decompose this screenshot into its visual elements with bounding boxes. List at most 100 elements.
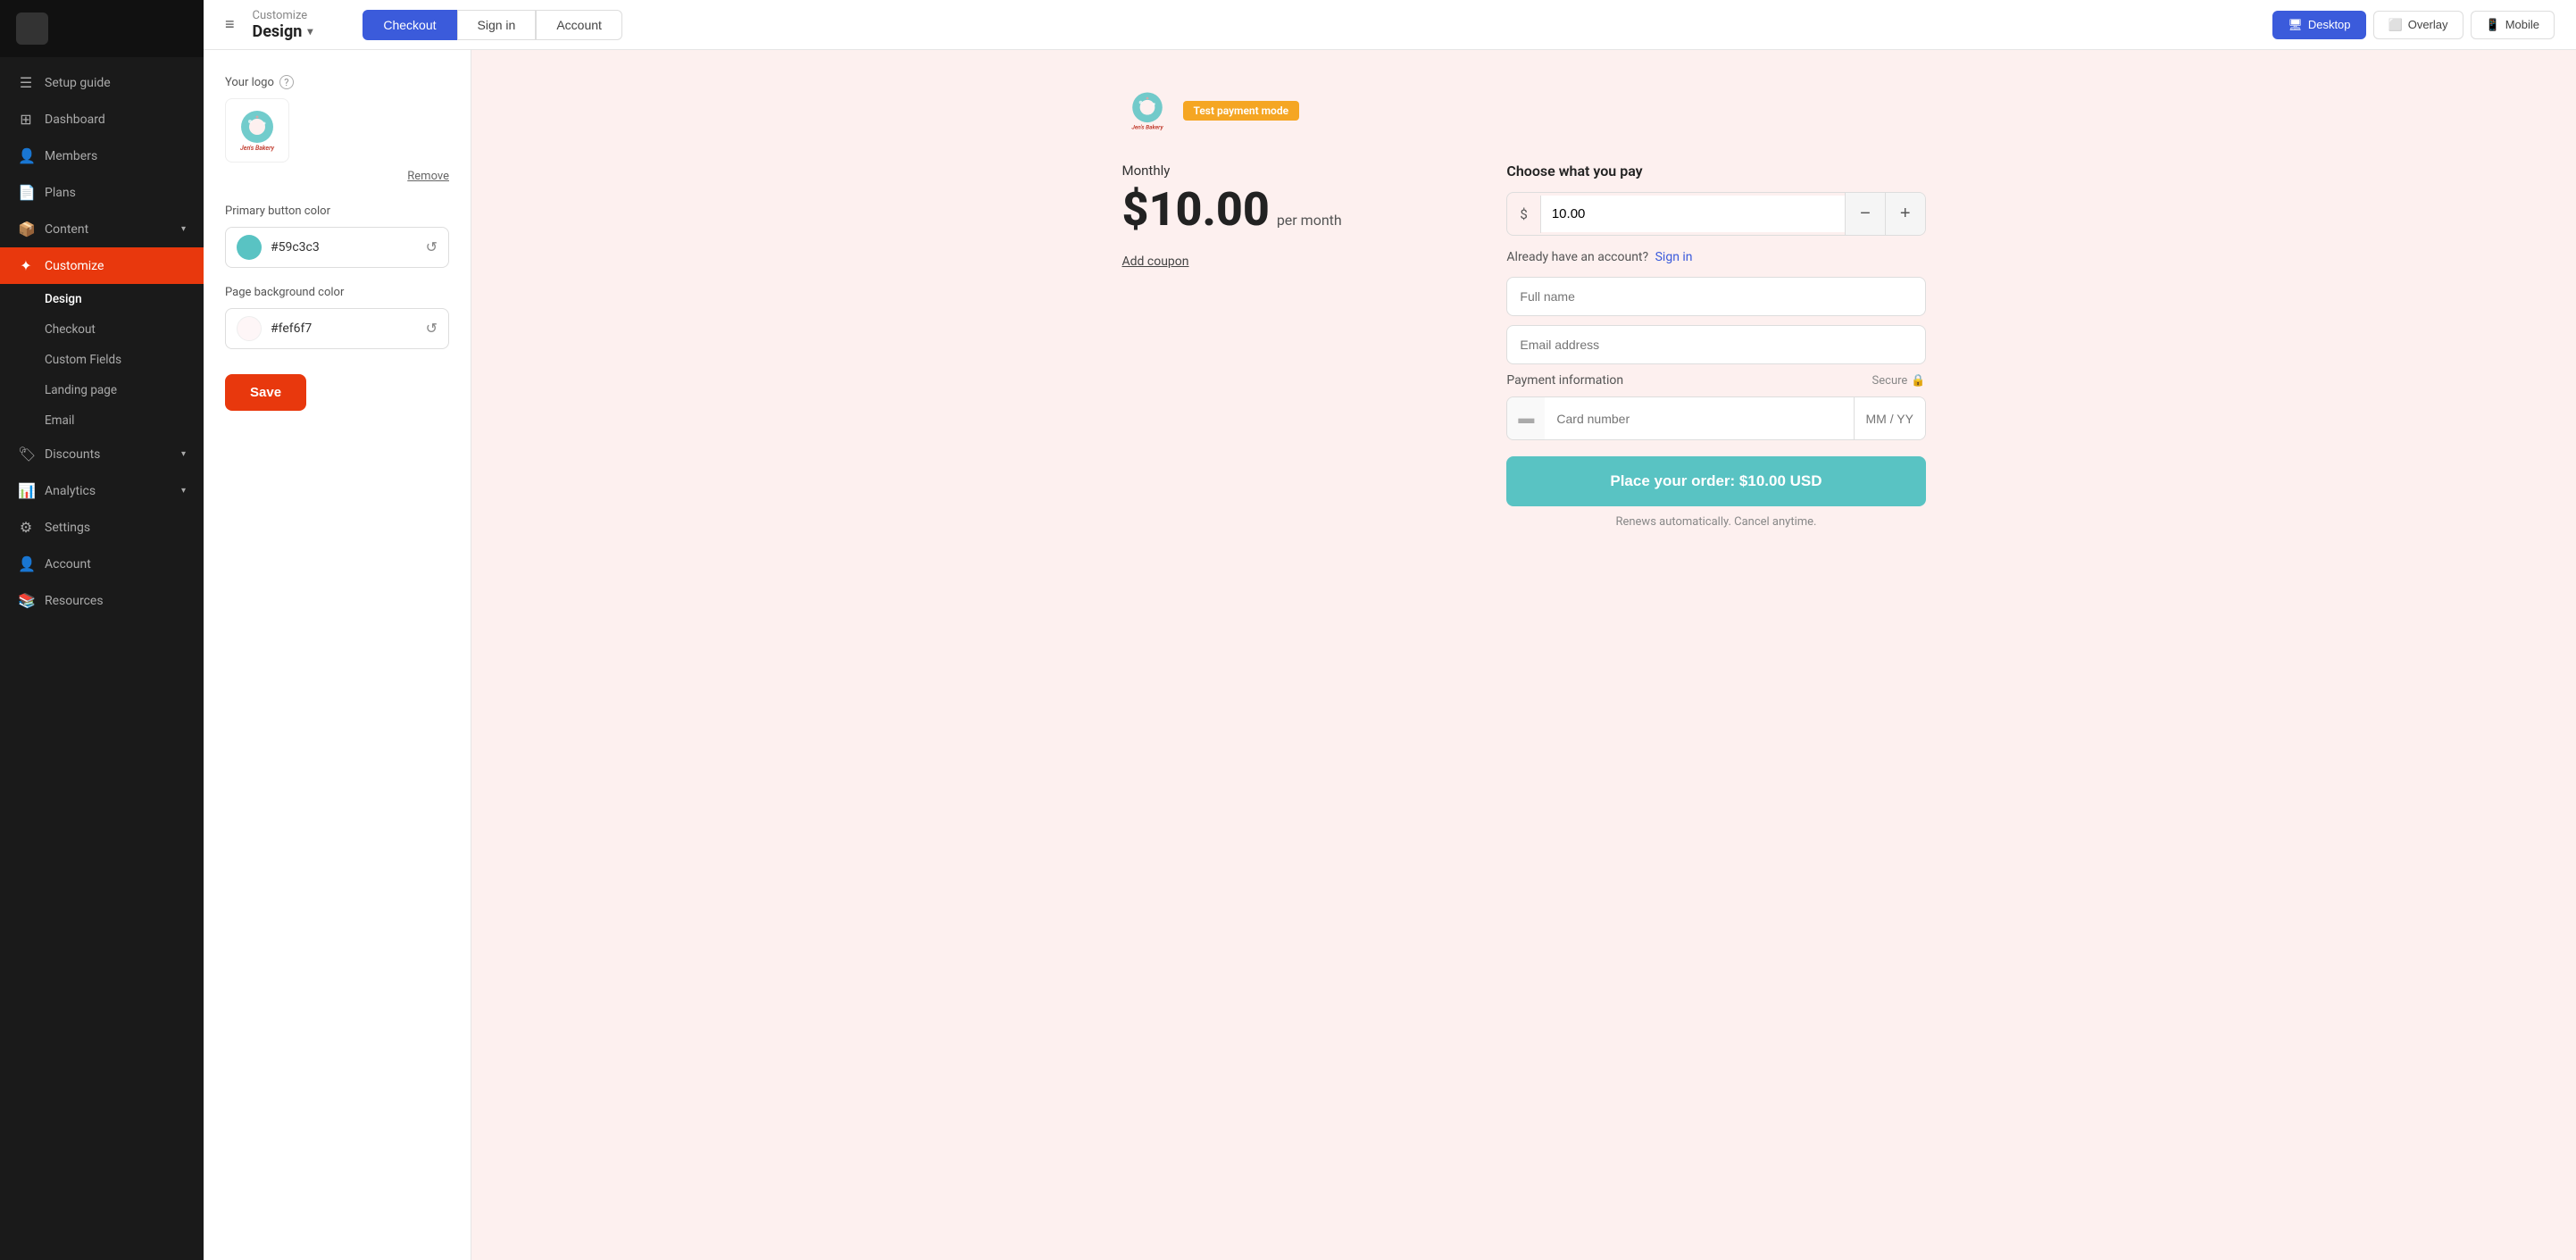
payment-section-header: Payment information Secure 🔒: [1506, 373, 1925, 388]
sidebar-subitem-landing-page[interactable]: Landing page: [0, 375, 204, 405]
sidebar-item-label: Members: [45, 149, 97, 163]
primary-color-reset-button[interactable]: ↺: [426, 238, 438, 256]
subitem-label: Custom Fields: [45, 353, 121, 367]
primary-color-label: Primary button color: [225, 204, 449, 218]
checkout-right-panel: Choose what you pay $ − + Already have a…: [1506, 163, 1925, 529]
sidebar-item-label: Setup guide: [45, 76, 111, 90]
lock-icon: 🔒: [1911, 374, 1925, 388]
settings-panel: Your logo ? Jen's Bakery: [204, 50, 471, 1260]
sidebar-item-settings[interactable]: ⚙ Settings: [0, 509, 204, 546]
amount-input[interactable]: [1541, 196, 1845, 232]
sidebar-item-plans[interactable]: 📄 Plans: [0, 174, 204, 211]
sidebar-item-label: Dashboard: [45, 113, 105, 127]
preview-logo-image: Jen's Bakery: [1122, 86, 1172, 136]
content-icon: 📦: [18, 221, 34, 238]
view-overlay-button[interactable]: ⬜ Overlay: [2373, 11, 2463, 39]
discounts-icon: 🏷: [18, 446, 34, 463]
card-icon: ▬: [1518, 409, 1534, 428]
sidebar-item-label: Discounts: [45, 447, 100, 462]
desktop-label: Desktop: [2308, 18, 2351, 31]
account-icon: 👤: [18, 555, 34, 572]
sidebar-item-discounts[interactable]: 🏷 Discounts ▾: [0, 436, 204, 472]
primary-color-swatch[interactable]: [237, 235, 262, 260]
sidebar-item-label: Account: [45, 557, 91, 572]
sidebar-item-resources[interactable]: 📚 Resources: [0, 582, 204, 619]
checkout-left-panel: Monthly $10.00 per month Add coupon: [1122, 163, 1471, 529]
chevron-down-icon: ▾: [307, 25, 313, 38]
amount-input-row: $ − +: [1506, 192, 1925, 236]
sidebar-item-content[interactable]: 📦 Content ▾: [0, 211, 204, 247]
sidebar-item-label: Analytics: [45, 484, 96, 498]
svg-text:Jen's Bakery: Jen's Bakery: [240, 145, 275, 152]
email-input[interactable]: [1506, 325, 1925, 364]
tab-account[interactable]: Account: [536, 10, 622, 40]
desktop-icon: 🖥: [2288, 18, 2303, 32]
card-number-input[interactable]: [1545, 397, 1853, 439]
overlay-icon: ⬜: [2388, 18, 2403, 32]
card-input-row: ▬: [1506, 396, 1925, 440]
increase-amount-button[interactable]: +: [1885, 193, 1925, 235]
title-text: Design: [253, 22, 303, 41]
bg-color-input-row: #fef6f7 ↺: [225, 308, 449, 349]
save-button[interactable]: Save: [225, 374, 306, 411]
menu-icon[interactable]: ≡: [225, 15, 235, 34]
sidebar-subitem-email[interactable]: Email: [0, 405, 204, 436]
sidebar-item-label: Resources: [45, 594, 104, 608]
chevron-down-icon: ▾: [181, 486, 186, 496]
sidebar-item-members[interactable]: 👤 Members: [0, 138, 204, 174]
logo-image: Jen's Bakery: [230, 104, 284, 157]
billing-period: Monthly: [1122, 163, 1471, 179]
page-title[interactable]: Design ▾: [253, 22, 313, 41]
sign-in-link[interactable]: Sign in: [1655, 250, 1693, 264]
sidebar-item-label: Content: [45, 222, 88, 237]
preview-tabs: Checkout Sign in Account: [363, 10, 622, 40]
help-icon[interactable]: ?: [279, 75, 294, 89]
price-period: per month: [1277, 212, 1342, 229]
price-display: $10.00: [1122, 182, 1270, 237]
sidebar-subitem-custom-fields[interactable]: Custom Fields: [0, 345, 204, 375]
decrease-amount-button[interactable]: −: [1845, 193, 1885, 235]
sidebar: ☰ Setup guide ⊞ Dashboard 👤 Members 📄 Pl…: [0, 0, 204, 1260]
customize-icon: ✦: [18, 257, 34, 274]
preview-header: Jen's Bakery Test payment mode: [1122, 86, 1926, 136]
plans-icon: 📄: [18, 184, 34, 201]
tab-checkout[interactable]: Checkout: [363, 10, 456, 40]
sidebar-subitem-checkout[interactable]: Checkout: [0, 314, 204, 345]
bg-color-swatch[interactable]: [237, 316, 262, 341]
tab-signin[interactable]: Sign in: [457, 10, 537, 40]
sidebar-item-label: Settings: [45, 521, 90, 535]
sidebar-item-label: Plans: [45, 186, 76, 200]
chevron-down-icon: ▾: [181, 224, 186, 234]
sidebar-navigation: ☰ Setup guide ⊞ Dashboard 👤 Members 📄 Pl…: [0, 57, 204, 1260]
card-date-input[interactable]: [1854, 397, 1925, 439]
mobile-label: Mobile: [2505, 18, 2539, 31]
remove-logo-link[interactable]: Remove: [225, 170, 449, 183]
sidebar-item-setup-guide[interactable]: ☰ Setup guide: [0, 64, 204, 101]
view-mobile-button[interactable]: 📱 Mobile: [2471, 11, 2555, 39]
mobile-icon: 📱: [2486, 18, 2500, 32]
bg-color-label: Page background color: [225, 286, 449, 299]
dashboard-icon: ⊞: [18, 111, 34, 128]
choose-payment-title: Choose what you pay: [1506, 163, 1925, 179]
subitem-label: Design: [45, 292, 82, 306]
breadcrumb-area: Customize Design ▾: [253, 9, 313, 41]
currency-symbol: $: [1507, 196, 1540, 233]
bg-color-reset-button[interactable]: ↺: [426, 320, 438, 338]
full-name-input[interactable]: [1506, 277, 1925, 316]
sidebar-subitem-design[interactable]: Design: [0, 284, 204, 314]
main-area: ≡ Customize Design ▾ Checkout Sign in Ac…: [204, 0, 2576, 1260]
preview-logo-area: Jen's Bakery: [1122, 86, 1172, 136]
subitem-label: Landing page: [45, 383, 117, 397]
sidebar-item-analytics[interactable]: 📊 Analytics ▾: [0, 472, 204, 509]
sidebar-item-dashboard[interactable]: ⊞ Dashboard: [0, 101, 204, 138]
sidebar-item-customize[interactable]: ✦ Customize: [0, 247, 204, 284]
setup-guide-icon: ☰: [18, 74, 34, 91]
primary-color-input-row: #59c3c3 ↺: [225, 227, 449, 268]
view-desktop-button[interactable]: 🖥 Desktop: [2272, 11, 2365, 39]
brand-logo: [16, 13, 48, 45]
renews-text: Renews automatically. Cancel anytime.: [1506, 515, 1925, 529]
sidebar-item-account[interactable]: 👤 Account: [0, 546, 204, 582]
content-area: Your logo ? Jen's Bakery: [204, 50, 2576, 1260]
place-order-button[interactable]: Place your order: $10.00 USD: [1506, 456, 1925, 506]
add-coupon-link[interactable]: Add coupon: [1122, 255, 1189, 269]
